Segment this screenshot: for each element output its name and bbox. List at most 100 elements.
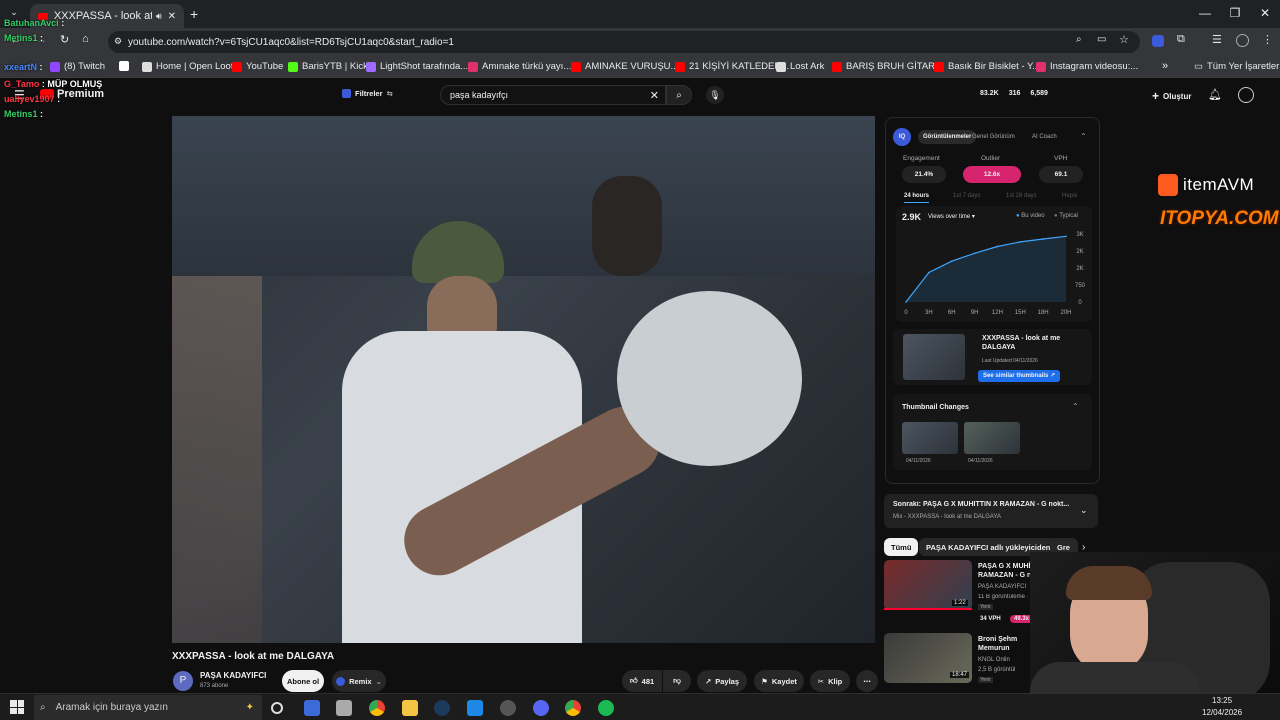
rec-video-2-title[interactable]: Broni Şehm Memurun (978, 635, 1038, 653)
like-button[interactable]: 👍︎ 481 (622, 670, 662, 692)
chrome-icon[interactable] (369, 700, 385, 716)
home-icon[interactable]: ⌂ (82, 33, 89, 45)
channel-name[interactable]: PAŞA KADAYIFCI (200, 671, 266, 680)
bookmark-item[interactable]: BarisYTB | Kick (288, 61, 368, 72)
remix-button[interactable]: Remix ⌄ (332, 670, 386, 692)
close-window-button[interactable]: ✕ (1250, 6, 1280, 20)
more-bookmarks-icon[interactable]: » (1162, 60, 1168, 72)
video-scene-wall (172, 116, 875, 276)
panel-tab-overview[interactable]: Genel Görünüm (972, 134, 1015, 140)
task-view-icon[interactable] (271, 702, 283, 714)
bookmark-item[interactable]: AMINAKE VURUŞU... (571, 61, 678, 72)
chat-username: ualiyev1907 (4, 94, 55, 104)
x-tick-label: 9H (971, 310, 979, 316)
bookmark-item[interactable]: Amınake türkü yayı... (468, 61, 571, 72)
zoom-icon[interactable]: ⌕ (1076, 34, 1082, 45)
webcam-feed (1030, 552, 1280, 693)
more-actions-button[interactable]: ⋯ (856, 670, 878, 692)
bookmark-favicon-icon (232, 61, 242, 72)
app-icon-1[interactable] (304, 700, 320, 716)
cast-icon[interactable]: ▭ (1097, 34, 1106, 45)
views-select[interactable]: Views over time ▾ (928, 213, 975, 220)
profile-avatar[interactable] (1236, 34, 1249, 47)
thumbnail-changes-toggle-icon[interactable]: ⌃ (1072, 402, 1079, 411)
address-bar[interactable]: ⚙ youtube.com/watch?v=6TsjCU1aqc0&list=R… (108, 31, 1140, 53)
restore-button[interactable]: ❐ (1220, 6, 1250, 20)
voice-search-button[interactable]: 🎙︎ (706, 86, 724, 104)
save-button[interactable]: ⚑ Kaydet (754, 670, 804, 692)
bookmark-item[interactable]: Home | Open Loot (142, 61, 233, 72)
subscribe-button[interactable]: Abone ol (282, 670, 324, 692)
bookmark-label: AMINAKE VURUŞU... (585, 61, 679, 72)
panel-tab-ai-coach[interactable]: AI Coach (1032, 134, 1057, 140)
time-tab-7d[interactable]: 1st 7 days (953, 193, 980, 199)
see-similar-thumbnails-button[interactable]: See similar thumbnails ↗ (978, 370, 1061, 382)
iq-icon (342, 89, 351, 98)
windows-start-icon[interactable] (10, 700, 24, 714)
file-explorer-icon[interactable] (402, 700, 418, 716)
app-icon-2[interactable] (336, 700, 352, 716)
minimize-button[interactable]: — (1190, 6, 1220, 20)
bookmark-item[interactable]: Lost Ark (776, 61, 824, 72)
search-input[interactable]: paşa kadayıfçı ✕ (440, 85, 666, 105)
bookmark-item[interactable] (119, 61, 133, 71)
bookmark-item[interactable]: BARIŞ BRUH GİTAR... (832, 61, 943, 72)
outlier-label: Outlier (981, 155, 1001, 162)
chat-message: xxeartN : (4, 62, 43, 72)
app-icon-4[interactable] (500, 700, 516, 716)
filters-button[interactable]: Filtreler ⇆ (342, 89, 393, 98)
bookmark-item[interactable]: Basık Bir Bisiklet - Y... (934, 61, 1040, 72)
chat-message: Metins1 : (4, 109, 43, 119)
itemavm-logo: itemAVM (1158, 174, 1254, 196)
search-button[interactable]: ⌕ (666, 85, 692, 105)
bookmark-item[interactable]: LightShot tarafında... (366, 61, 468, 72)
channel-avatar[interactable]: P (173, 671, 193, 691)
remix-chevron-icon: ⌄ (375, 676, 382, 686)
taskbar-search[interactable]: ⌕ Aramak için buraya yazın ✦ (34, 695, 262, 720)
reload-button[interactable]: ↻ (60, 33, 69, 46)
video-player[interactable] (172, 116, 875, 643)
create-button[interactable]: + Oluştur (1152, 89, 1191, 103)
bookmark-star-icon[interactable]: ☆ (1119, 33, 1129, 46)
site-info-icon[interactable]: ⚙ (114, 36, 122, 47)
discord-icon[interactable] (533, 700, 549, 716)
steam-icon[interactable] (434, 700, 450, 716)
extensions-icon[interactable]: ⧉ (1177, 33, 1185, 46)
app-icon-3[interactable] (467, 700, 483, 716)
rec-video-2-channel: KNGL Onlin (978, 657, 1010, 663)
chat-username: Metins1 (4, 109, 38, 119)
legend-this-video: ● Bu video (1016, 213, 1045, 219)
up-next-card[interactable] (884, 494, 1098, 528)
time-tab-24h[interactable]: 24 hours (904, 193, 930, 203)
close-tab-icon[interactable]: ✕ (168, 11, 176, 22)
spotify-icon[interactable] (598, 700, 614, 716)
clip-button[interactable]: ✂ Klip (810, 670, 850, 692)
account-avatar[interactable] (1238, 87, 1254, 103)
notifications-bell-icon[interactable]: 🔔︎ (1208, 88, 1222, 101)
up-next-title: Sonraki: PAŞA G X MUHİTTİN X RAMAZAN - G… (893, 501, 1070, 508)
bookmark-item[interactable]: Instagram videosu:... (1036, 61, 1138, 72)
time-tab-all[interactable]: Hepsi (1062, 193, 1077, 199)
new-tab-button[interactable]: + (190, 6, 198, 22)
bookmark-item[interactable]: 21 KİŞİYİ KATLEDEN... (675, 61, 789, 72)
x-tick-label: 20H (1060, 310, 1071, 316)
all-bookmarks[interactable]: ▭ Tüm Yer İşaretleri (1194, 61, 1280, 72)
menu-icon[interactable]: ⋮ (1262, 33, 1273, 46)
share-icon: ↗ (704, 676, 712, 686)
panel-tab-views[interactable]: Görüntülenmeler (918, 130, 977, 144)
bookmark-item[interactable]: YouTube (232, 61, 283, 72)
clear-search-icon[interactable]: ✕ (650, 89, 659, 102)
share-button[interactable]: ↗ Paylaş (697, 670, 747, 692)
bookmark-favicon-icon (832, 61, 842, 72)
time-tab-28d[interactable]: 1st 28 days (1006, 193, 1037, 199)
stat-subs: 6,589 (1030, 90, 1048, 97)
media-icon[interactable]: ☰ (1212, 33, 1222, 46)
bookmark-item[interactable]: (8) Twitch (50, 61, 105, 72)
chip-all[interactable]: Tümü (884, 538, 919, 556)
collapse-panel-icon[interactable]: ⌃ (1080, 132, 1087, 141)
dislike-button[interactable]: 👎︎ (663, 670, 691, 692)
extension-iq-icon[interactable] (1152, 35, 1164, 47)
up-next-expand-icon[interactable]: ⌄ (1080, 505, 1088, 516)
speaker-icon[interactable]: 🔊︎ (156, 11, 162, 22)
chrome-active-icon[interactable] (565, 700, 581, 716)
